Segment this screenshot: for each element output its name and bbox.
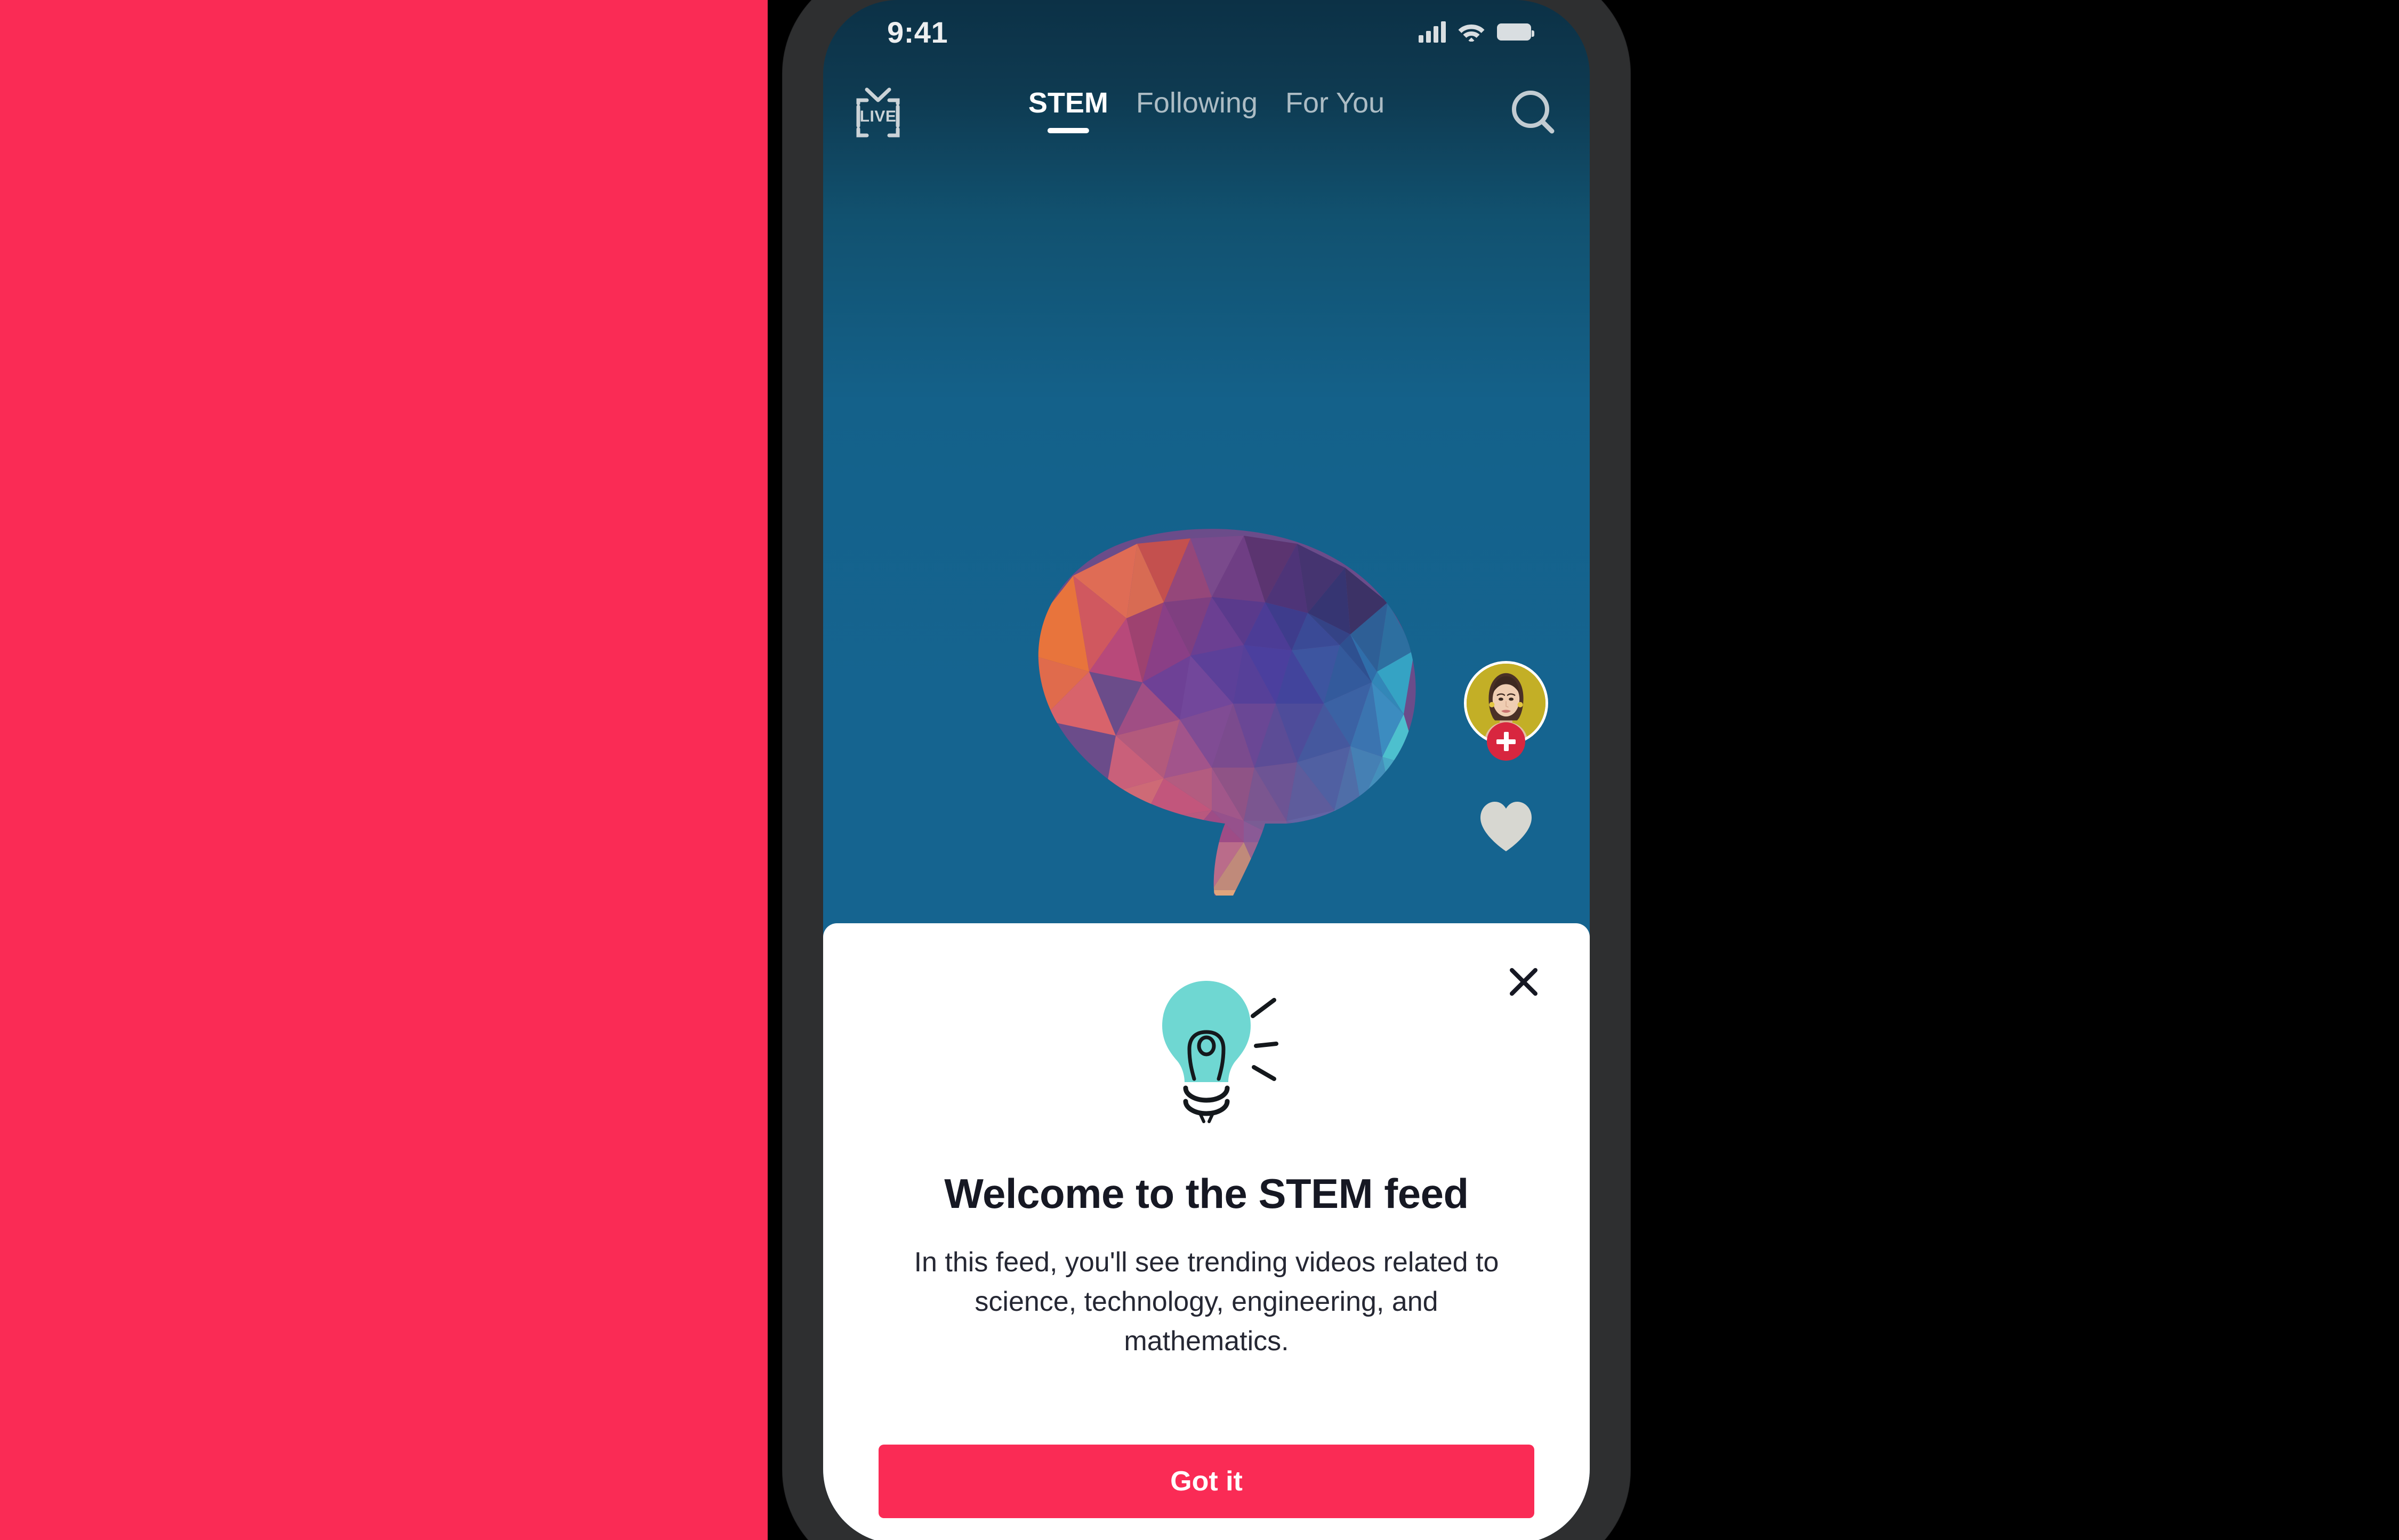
low-poly-brain-illustration: [913, 469, 1500, 917]
tab-stem-label: STEM: [1028, 87, 1108, 119]
modal-body-text: In this feed, you'll see trending videos…: [914, 1247, 1499, 1357]
heart-icon[interactable]: [1476, 796, 1536, 856]
follow-button[interactable]: [1487, 722, 1525, 761]
status-bar: 9:41: [823, 0, 1590, 64]
lightbulb-icon: [1134, 974, 1278, 1129]
tab-following[interactable]: Following: [1136, 86, 1258, 133]
tab-for-you[interactable]: For You: [1285, 86, 1384, 133]
status-bar-time: 9:41: [887, 15, 948, 49]
close-icon[interactable]: [1498, 956, 1549, 1007]
tab-following-label: Following: [1136, 87, 1258, 119]
svg-text:LIVE: LIVE: [860, 108, 897, 125]
cellular-signal-icon: [1419, 21, 1446, 43]
feed-tabs: STEM Following For You: [1028, 86, 1384, 133]
tab-for-you-label: For You: [1285, 87, 1385, 119]
modal-title: Welcome to the STEM feed: [944, 1170, 1469, 1217]
battery-full-icon: [1497, 23, 1534, 41]
tab-active-indicator: [1047, 128, 1089, 133]
creator-avatar[interactable]: [1464, 661, 1548, 761]
phone-screen: 9:41 LIVE STEM Following For You Welcome…: [823, 0, 1590, 1540]
tab-stem[interactable]: STEM: [1028, 86, 1108, 133]
video-action-rail: [1455, 661, 1557, 856]
phone-device-frame: 9:41 LIVE STEM Following For You Welcome…: [783, 0, 1630, 1540]
live-tv-icon[interactable]: LIVE: [849, 85, 907, 144]
search-icon[interactable]: [1506, 85, 1564, 144]
left-pink-panel: [0, 0, 768, 1540]
stem-feed-welcome-modal: Welcome to the STEM feed In this feed, y…: [823, 923, 1590, 1540]
wifi-icon: [1458, 20, 1485, 44]
got-it-button[interactable]: Got it: [879, 1445, 1534, 1518]
top-navigation: LIVE STEM Following For You: [823, 75, 1590, 165]
screenshot-canvas: 9:41 LIVE STEM Following For You Welcome…: [0, 0, 2399, 1540]
status-bar-icons: [1419, 20, 1534, 44]
